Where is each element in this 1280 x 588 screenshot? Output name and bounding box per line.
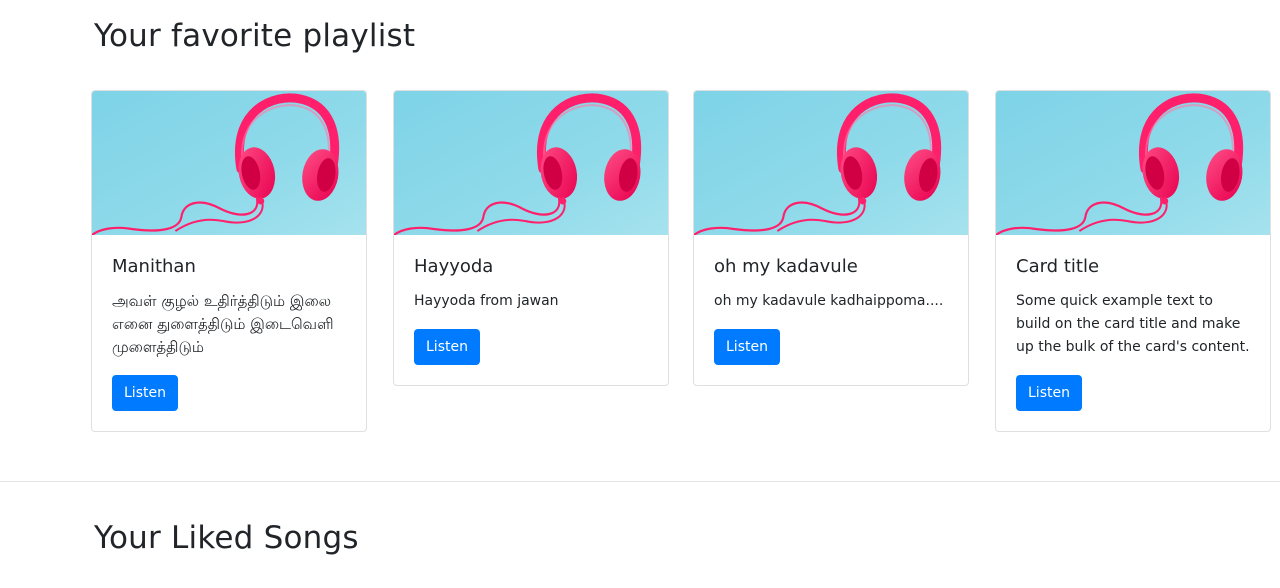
headphones-image [694, 91, 968, 235]
card-title: Hayyoda [414, 256, 494, 277]
card-title: Manithan [112, 256, 196, 277]
headphones-image [92, 91, 366, 235]
card-text: oh my kadavule kadhaippoma.... [714, 293, 944, 309]
card-body: Hayyoda Hayyoda from jawan Listen [394, 235, 668, 385]
listen-button[interactable]: Listen [1016, 375, 1082, 411]
favorite-playlist-heading: Your favorite playlist [94, 18, 416, 54]
card-title: oh my kadavule [714, 256, 858, 277]
card-body: Manithan அவள் குழல் உதிர்த்திடும் இலை என… [92, 235, 366, 431]
headphones-image [394, 91, 668, 235]
card-body: oh my kadavule oh my kadavule kadhaippom… [694, 235, 968, 385]
listen-button[interactable]: Listen [414, 329, 480, 365]
card-body: Card title Some quick example text to bu… [996, 235, 1270, 431]
playlist-card-manithan: Manithan அவள் குழல் உதிர்த்திடும் இலை என… [91, 90, 367, 432]
liked-songs-heading: Your Liked Songs [94, 520, 359, 556]
playlist-card-oh-my-kadavule: oh my kadavule oh my kadavule kadhaippom… [693, 90, 969, 386]
listen-button[interactable]: Listen [112, 375, 178, 411]
card-text: Some quick example text to build on the … [1016, 293, 1250, 355]
card-text: அவள் குழல் உதிர்த்திடும் இலை எனை துளைத்த… [112, 292, 334, 356]
headphones-image [996, 91, 1270, 235]
playlist-card-hayyoda: Hayyoda Hayyoda from jawan Listen [393, 90, 669, 386]
listen-button[interactable]: Listen [714, 329, 780, 365]
section-divider [0, 481, 1280, 482]
playlist-card-card-title: Card title Some quick example text to bu… [995, 90, 1271, 432]
card-title: Card title [1016, 256, 1100, 277]
card-text: Hayyoda from jawan [414, 293, 559, 309]
